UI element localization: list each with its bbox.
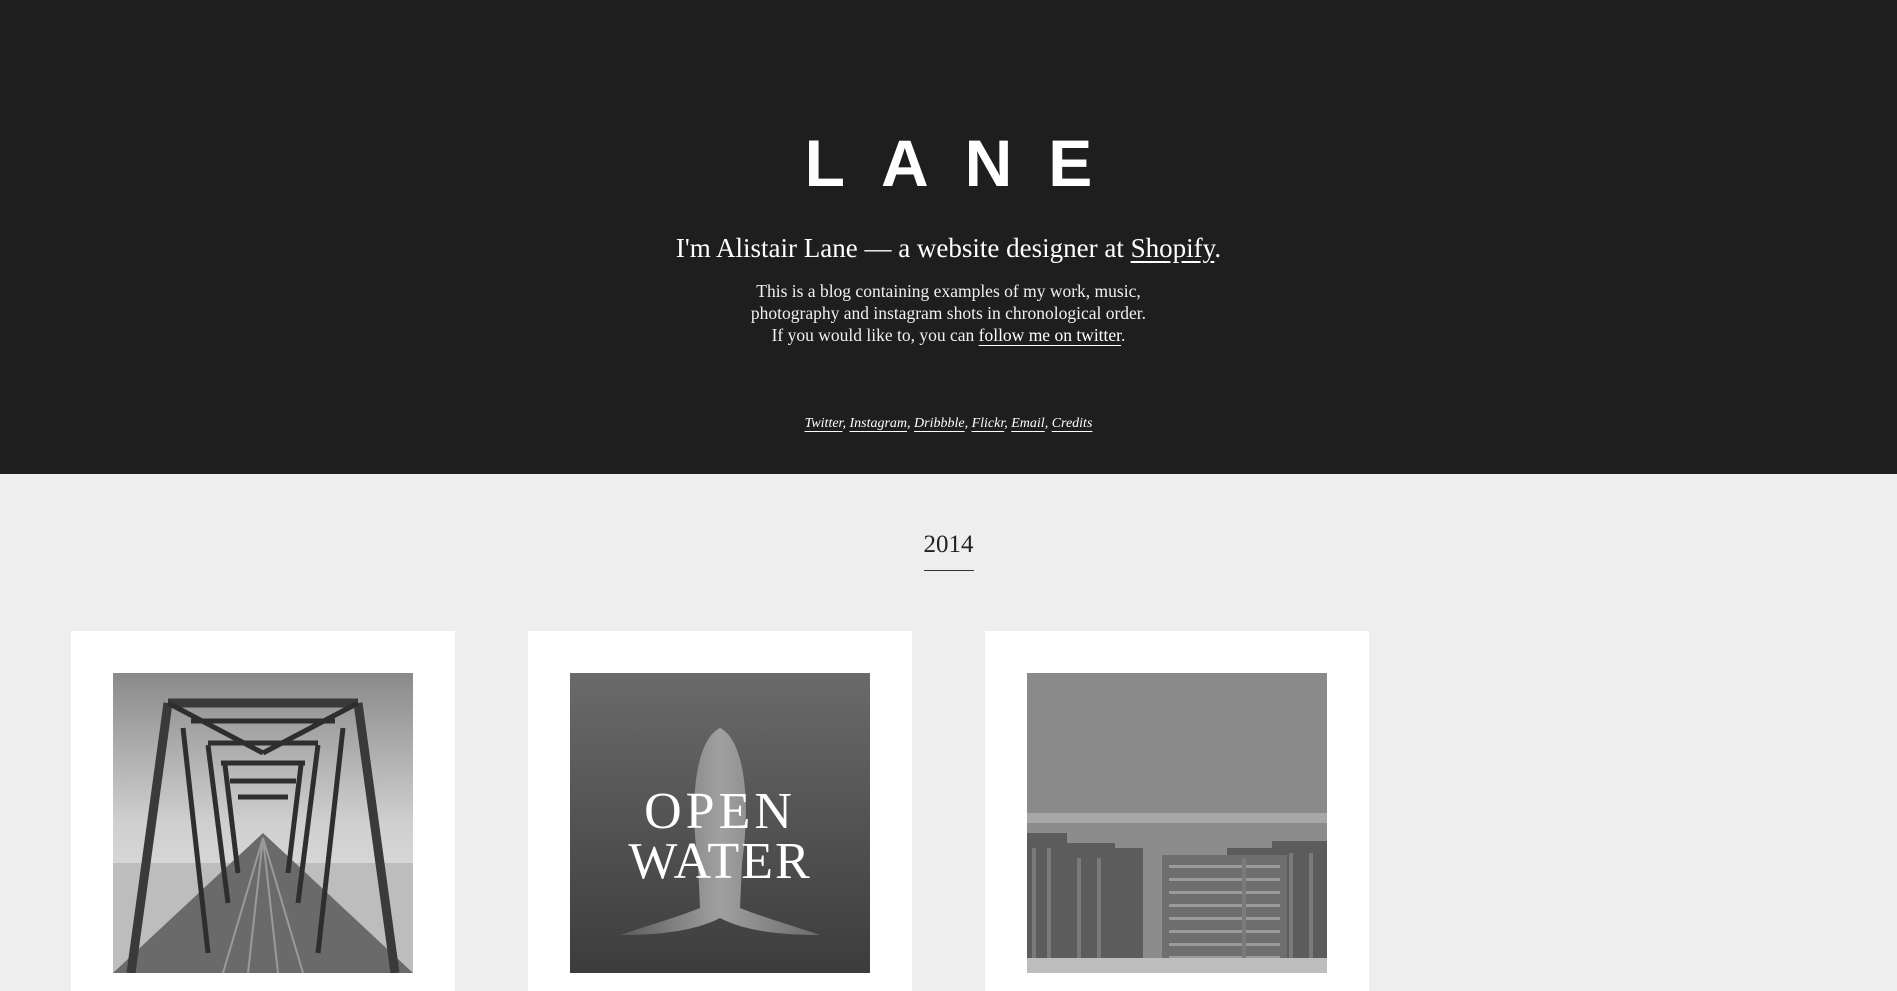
intro-line-3: If you would like to, you can follow me … — [0, 324, 1897, 346]
intro-paragraph: This is a blog containing examples of my… — [0, 280, 1897, 346]
post-card[interactable]: OPEN WATER — [528, 631, 912, 991]
instagram-link[interactable]: Instagram — [849, 416, 907, 431]
site-logo[interactable]: LANE — [0, 130, 1897, 196]
flickr-link[interactable]: Flickr — [972, 416, 1005, 431]
social-links: Twitter, Instagram, Dribbble, Flickr, Em… — [804, 416, 1093, 431]
follow-twitter-link[interactable]: follow me on twitter — [979, 325, 1121, 345]
post-card[interactable] — [71, 631, 455, 991]
email-link[interactable]: Email — [1011, 416, 1044, 431]
headline-period: . — [1214, 233, 1222, 263]
dribbble-link[interactable]: Dribbble — [914, 416, 965, 431]
poster-title-line-1: OPEN — [644, 783, 796, 840]
railway-bridge-image[interactable] — [113, 673, 413, 973]
site-header: LANE I'm Alistair Lane — a website desig… — [0, 0, 1897, 474]
post-card[interactable] — [985, 631, 1369, 991]
shopify-link[interactable]: Shopify — [1131, 233, 1215, 263]
intro-line-1: This is a blog containing examples of my… — [756, 281, 1141, 301]
intro-line-3-text: If you would like to, you can — [771, 325, 979, 345]
city-skyline-image[interactable] — [1027, 673, 1327, 973]
intro-line-2: photography and instagram shots in chron… — [750, 303, 1147, 323]
credits-link[interactable]: Credits — [1052, 416, 1093, 431]
year-heading: 2014 — [923, 530, 974, 571]
poster-title-line-2: WATER — [628, 833, 811, 890]
intro-line-3-period: . — [1121, 325, 1126, 345]
twitter-link[interactable]: Twitter — [805, 416, 843, 431]
open-water-poster-image[interactable]: OPEN WATER — [570, 673, 870, 973]
year-heading-wrap: 2014 — [0, 530, 1897, 571]
headline-text: I'm Alistair Lane — a website designer a… — [675, 233, 1131, 263]
headline: I'm Alistair Lane — a website designer a… — [0, 230, 1897, 266]
